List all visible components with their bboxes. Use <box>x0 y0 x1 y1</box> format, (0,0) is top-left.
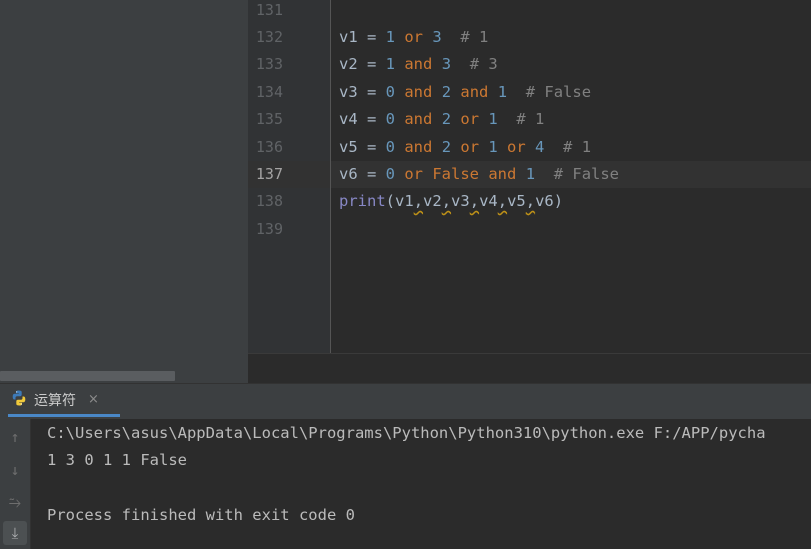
code-line-132[interactable]: v1 = 1 or 3 # 1 <box>339 24 488 51</box>
active-tab-indicator <box>8 414 120 417</box>
soft-wrap-icon[interactable]: ⥲ <box>3 490 27 514</box>
line-number: 138 <box>255 192 283 210</box>
close-icon[interactable]: × <box>88 392 99 407</box>
arrow-down-icon[interactable]: ↓ <box>3 458 27 482</box>
python-icon <box>10 389 28 411</box>
console-line-output: 1 3 0 1 1 False <box>47 451 187 469</box>
line-number: 135 <box>255 110 283 128</box>
code-line-135[interactable]: v4 = 0 and 2 or 1 # 1 <box>339 106 544 133</box>
line-number-current: 137 <box>255 165 283 183</box>
project-pane <box>0 0 248 383</box>
code-line-134[interactable]: v3 = 0 and 2 and 1 # False <box>339 79 591 106</box>
code-line-133[interactable]: v2 = 1 and 3 # 3 <box>339 51 498 78</box>
line-number: 132 <box>255 28 283 46</box>
console-line-command: C:\Users\asus\AppData\Local\Programs\Pyt… <box>47 424 766 442</box>
line-number: 131 <box>255 1 283 19</box>
code-line-137[interactable]: v6 = 0 or False and 1 # False <box>339 161 619 188</box>
run-tab-label: 运算符 <box>34 392 76 409</box>
code-line-138[interactable]: print(v1,v2,v3,v4,v5,v6) <box>339 188 563 215</box>
code-line-136[interactable]: v5 = 0 and 2 or 1 or 4 # 1 <box>339 134 591 161</box>
scroll-to-end-icon[interactable]: ⤓ <box>3 521 27 545</box>
line-number: 134 <box>255 83 283 101</box>
run-tab[interactable]: 运算符 × <box>10 383 99 416</box>
line-number: 136 <box>255 138 283 156</box>
horizontal-scrollbar[interactable] <box>0 371 175 381</box>
console-line-exit: Process finished with exit code 0 <box>47 506 355 524</box>
editor-bottom-area <box>248 353 811 383</box>
line-number: 133 <box>255 55 283 73</box>
gutter-separator <box>330 0 331 353</box>
arrow-up-icon[interactable]: ↑ <box>3 425 27 449</box>
line-number: 139 <box>255 220 283 238</box>
run-tool-window-header <box>0 383 811 419</box>
